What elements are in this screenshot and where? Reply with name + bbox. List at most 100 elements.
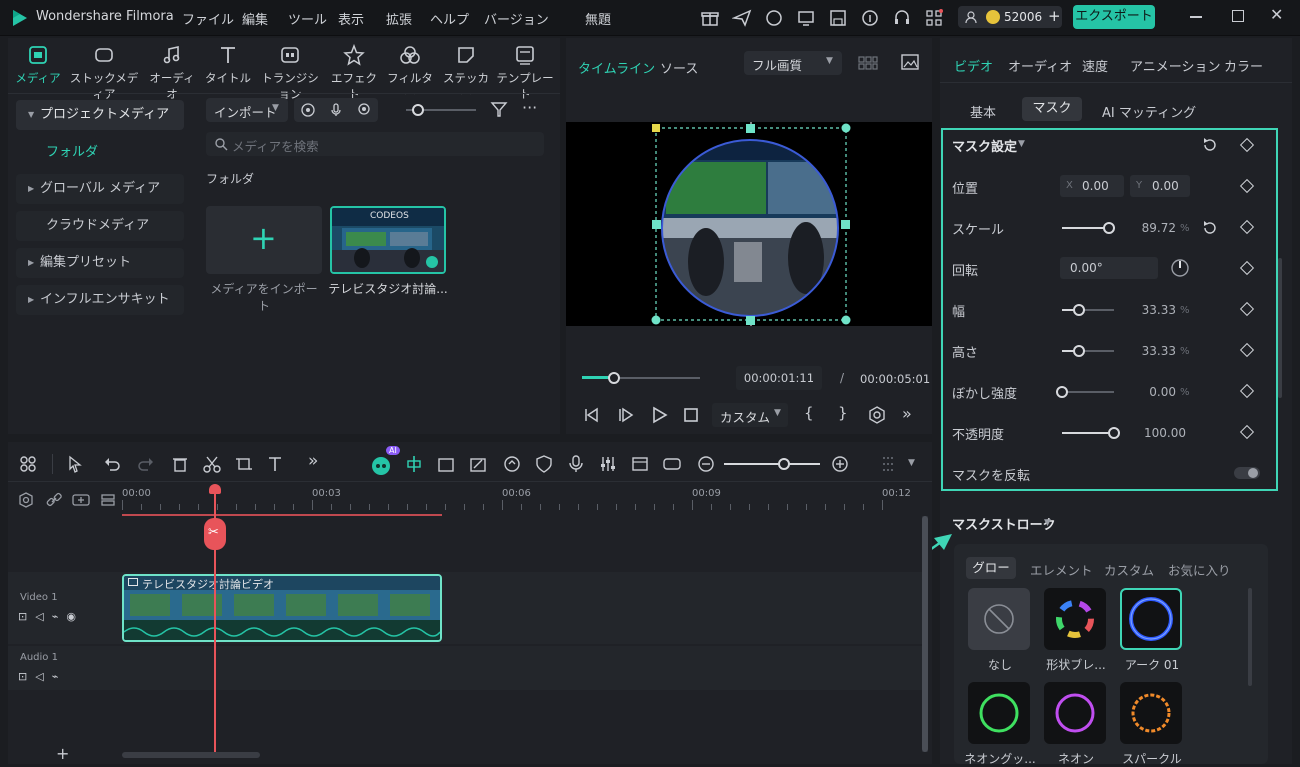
reset-icon[interactable] [1202, 137, 1218, 153]
record-screen-icon[interactable] [300, 102, 316, 118]
stroke-shape-thumb[interactable] [1044, 588, 1106, 650]
record-voice-icon[interactable] [566, 454, 586, 474]
speed-ramp-icon[interactable] [502, 454, 522, 474]
tab-video[interactable]: ビデオ [954, 56, 993, 75]
webcam-icon[interactable] [356, 102, 372, 118]
cloud-upload-icon[interactable] [860, 8, 880, 28]
menu-extensions[interactable]: 拡張 [386, 9, 412, 28]
speaker-icon[interactable]: ◁ [35, 670, 51, 683]
stroke-tab-favorites[interactable]: お気に入り [1168, 560, 1231, 579]
track-manager-icon[interactable] [100, 492, 116, 508]
slider-knob[interactable] [1073, 345, 1085, 357]
slider-knob[interactable] [1108, 427, 1120, 439]
hide-icon[interactable]: ⌁ [52, 610, 67, 623]
keyframe-diamond-icon[interactable] [1239, 342, 1255, 358]
render-settings-icon[interactable] [868, 406, 886, 424]
grid-view-icon[interactable] [858, 54, 878, 72]
rotation-dial-icon[interactable] [1170, 258, 1190, 278]
add-track-button[interactable]: + [56, 744, 69, 763]
playhead-handle[interactable] [209, 484, 221, 494]
zoom-in-icon[interactable] [830, 454, 850, 474]
quality-dropdown[interactable]: フル画質 ▼ [744, 51, 842, 75]
height-slider[interactable] [1062, 336, 1114, 366]
zoom-slider-knob[interactable] [778, 458, 790, 470]
slider-knob[interactable] [1103, 222, 1115, 234]
redo-icon[interactable] [136, 454, 156, 474]
slider-knob[interactable] [1056, 386, 1068, 398]
snapshot-image-icon[interactable] [900, 53, 920, 71]
scale-slider[interactable] [1062, 213, 1115, 243]
subtab-mask[interactable]: マスク [1022, 97, 1082, 121]
filter-funnel-icon[interactable] [490, 100, 508, 118]
microphone-icon[interactable] [328, 102, 344, 118]
add-marker-icon[interactable] [436, 454, 456, 474]
hide-icon[interactable]: ⌁ [52, 670, 67, 683]
mark-in-icon[interactable]: { [804, 404, 814, 422]
opacity-slider[interactable] [1062, 418, 1120, 448]
width-value[interactable]: 33.33 [1132, 303, 1176, 317]
send-icon[interactable] [732, 8, 752, 28]
subtab-ai-matting[interactable]: AI マッティング [1102, 102, 1196, 121]
add-video-track-icon[interactable] [72, 492, 90, 508]
height-value[interactable]: 33.33 [1132, 344, 1176, 358]
reset-icon[interactable] [1202, 220, 1218, 236]
save-icon[interactable] [828, 8, 848, 28]
subtab-basic[interactable]: 基本 [970, 102, 996, 121]
mask-stroke-title[interactable]: マスクストローク [952, 514, 1056, 533]
refresh-icon[interactable] [764, 8, 784, 28]
menu-edit[interactable]: 編集 [242, 9, 268, 28]
slider-knob[interactable] [1073, 304, 1085, 316]
text-tool-icon[interactable] [266, 454, 286, 474]
import-dropdown[interactable]: インポート ▼ [206, 98, 288, 122]
next-frame-icon[interactable] [616, 406, 634, 424]
keyframe-diamond-icon[interactable] [1239, 301, 1255, 317]
ai-robot-icon[interactable] [370, 454, 390, 475]
more-options-icon[interactable]: ··· [522, 98, 537, 117]
stroke-scrollbar[interactable] [1248, 588, 1252, 686]
stroke-neon-thumb[interactable] [1044, 682, 1106, 744]
tab-source[interactable]: ソース [660, 58, 698, 77]
timeline-horizontal-scrollbar[interactable] [122, 752, 260, 758]
gift-icon[interactable] [700, 8, 720, 28]
stop-icon[interactable] [683, 407, 699, 423]
tab-speed[interactable]: 速度 [1082, 56, 1108, 75]
sidebar-item-global-media[interactable]: ▶ グローバル メディア [16, 174, 184, 204]
undo-icon[interactable] [102, 454, 122, 474]
blur-value[interactable]: 0.00 [1132, 385, 1176, 399]
audio-mixer-icon[interactable] [598, 454, 618, 474]
stroke-tab-element[interactable]: エレメント [1030, 560, 1093, 579]
speaker-icon[interactable]: ◁ [35, 610, 51, 623]
more-tools-icon[interactable]: » [308, 451, 328, 471]
thumbnail-size-knob[interactable] [412, 104, 424, 116]
category-title[interactable]: タイトル [200, 44, 256, 86]
current-time[interactable]: 00:00:01:11 [736, 366, 822, 390]
track-height-icon[interactable] [878, 454, 898, 474]
apps-grid-icon[interactable] [924, 8, 944, 28]
lock-icon[interactable]: ⊡ [18, 670, 35, 683]
width-slider[interactable] [1062, 295, 1114, 325]
keyframe-diamond-icon[interactable] [1239, 178, 1255, 194]
tab-animation[interactable]: アニメーション [1130, 56, 1220, 75]
menu-tools[interactable]: ツール [288, 9, 327, 28]
layout-grid-icon[interactable] [18, 454, 38, 474]
stroke-sparkle-thumb[interactable] [1120, 682, 1182, 744]
lock-icon[interactable]: ⊡ [18, 610, 35, 623]
keyframe-diamond-icon[interactable] [1239, 219, 1255, 235]
crop-icon[interactable] [234, 454, 254, 474]
sidebar-item-project-media[interactable]: ▼ プロジェクトメディア [16, 100, 184, 130]
position-x-input[interactable]: X 0.00 [1060, 175, 1124, 197]
mark-out-icon[interactable]: } [838, 404, 848, 422]
delete-trash-icon[interactable] [170, 454, 190, 474]
opacity-value[interactable]: 100.00 [1132, 426, 1186, 440]
category-media[interactable]: メディア [10, 44, 66, 86]
sidebar-item-folder[interactable]: フォルダ [16, 138, 184, 168]
scroll-thumb[interactable] [922, 516, 928, 752]
track-settings-icon[interactable] [18, 492, 34, 508]
chevron-down-icon[interactable]: ▼ [908, 458, 915, 468]
link-icon[interactable] [46, 492, 62, 508]
preview-scrub-knob[interactable] [608, 372, 620, 384]
stroke-tab-custom[interactable]: カスタム [1104, 560, 1154, 579]
maximize-icon[interactable] [1232, 10, 1244, 22]
add-credits-icon[interactable]: + [1048, 7, 1061, 25]
export-button[interactable]: エクスポート [1073, 5, 1155, 29]
